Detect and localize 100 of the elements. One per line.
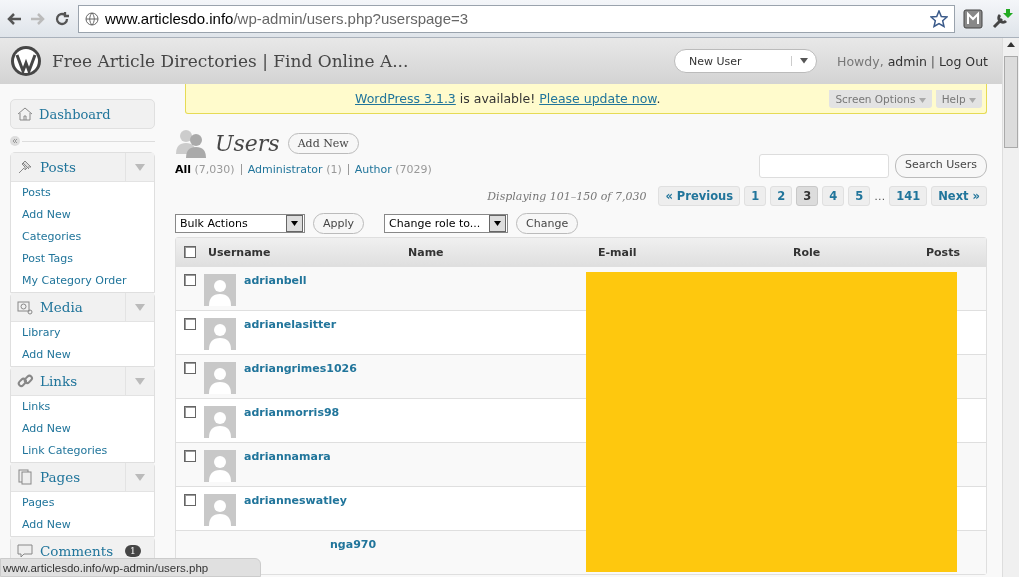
greeting-text: Howdy, [837,53,884,69]
user-link[interactable]: admin [887,53,927,69]
count-text: (1) [326,163,342,176]
help-button[interactable]: Help [935,89,982,108]
page-link[interactable]: « Previous [658,186,741,206]
wrench-icon[interactable] [991,7,1013,30]
version-link[interactable]: WordPress 3.1.3 [355,91,456,106]
page-title: Users [215,130,280,156]
checkbox[interactable] [184,494,196,506]
count-badge: 1 [125,545,141,557]
checkbox[interactable] [184,246,196,258]
submenu-item[interactable]: Post Tags [11,248,154,270]
column-header[interactable]: Posts [926,245,986,259]
menu-heading[interactable]: Media [11,293,154,322]
dropdown-arrow-icon [969,97,976,103]
avatar-icon [204,406,236,438]
address-bar[interactable]: www.articlesdo.info/wp-admin/users.php?userspage=3 [78,4,955,33]
search-users-button[interactable]: Search Users [894,154,987,178]
page-link[interactable]: 5 [848,186,871,206]
avatar-icon [204,318,236,350]
dropdown-arrow-icon [135,303,145,311]
avatar-icon [204,362,236,394]
extension-icon[interactable] [963,8,983,29]
dropdown-arrow-icon [135,377,145,385]
page-link[interactable]: 2 [770,186,793,206]
dropdown-arrow-icon [135,163,145,171]
submenu-item[interactable]: Add New [11,514,154,536]
bulk-actions-dropdown[interactable]: Bulk Actions [175,214,305,233]
submenu-item[interactable]: Library [11,322,154,344]
globe-icon [85,11,99,26]
change-role-dropdown[interactable]: Change role to... [384,214,509,233]
column-header[interactable]: Username [208,245,408,259]
favorite-actions-dropdown[interactable]: New User [674,49,818,73]
submenu-item[interactable]: Add New [11,418,154,440]
ellipsis-text: … [874,189,886,203]
reload-icon[interactable] [54,10,70,27]
submenu-item[interactable]: Links [11,396,154,418]
submenu-item[interactable]: Add New [11,344,154,366]
username-link[interactable]: nga970 [330,538,377,551]
camera-icon [16,298,34,316]
avatar-icon [204,274,236,306]
collapse-icon[interactable] [10,136,20,146]
username-link[interactable]: adriangrimes1026 [244,362,357,375]
checkbox[interactable] [184,274,196,286]
username-link[interactable]: adrianneswatley [244,494,347,507]
page-link[interactable]: 3 [796,186,819,206]
menu-heading[interactable]: Links [11,367,154,396]
separator-text: | [930,53,936,69]
username-link[interactable]: adrianmorris98 [244,406,340,419]
submenu-item[interactable]: Posts [11,182,154,204]
wordpress-logo-icon [10,45,42,77]
page-link[interactable]: 4 [822,186,845,206]
menu-heading[interactable]: Pages [11,463,154,492]
notice-text: is available! [459,91,536,106]
users-icon [175,128,207,158]
logout-link[interactable]: Log Out [939,53,988,69]
username-link[interactable]: adriannamara [244,450,331,463]
checkbox[interactable] [184,362,196,374]
scrollbar[interactable] [1002,38,1019,577]
column-header[interactable]: Role [793,245,926,259]
page-link[interactable]: Next » [931,186,987,206]
dropdown-arrow-icon [494,221,502,226]
search-field[interactable] [758,154,889,178]
submenu-item[interactable]: Link Categories [11,440,154,462]
dropdown-arrow-icon [918,97,926,103]
notice-text: . [656,91,661,106]
displaying-text: Displaying 101–150 of 7,030 [487,189,647,203]
avatar-icon [204,494,236,526]
add-new-button[interactable]: Add New [287,132,359,154]
change-button[interactable]: Change [516,213,579,234]
chain-icon [16,372,34,390]
filter-link[interactable]: All [175,163,192,176]
page-link[interactable]: 1 [744,186,767,206]
submenu-item[interactable]: Add New [11,204,154,226]
filter-link[interactable]: Author [354,163,392,176]
star-icon[interactable] [930,9,948,28]
column-header[interactable]: Name [408,245,598,259]
submenu-item[interactable]: Categories [11,226,154,248]
screen-options-button[interactable]: Screen Options [829,89,932,108]
dropdown-arrow-icon [800,58,809,64]
username-link[interactable]: adrianelasitter [244,318,337,331]
menu-heading[interactable]: Posts [11,153,154,182]
site-title[interactable]: Free Article Directories | Find Online A... [52,51,665,71]
dropdown-arrow-icon [135,473,145,481]
page-link[interactable]: 141 [889,186,928,206]
dashboard-menu-item[interactable]: Dashboard [10,99,155,129]
back-icon[interactable] [6,11,22,26]
filter-link[interactable]: Administrator [247,163,323,176]
link-preview-tooltip: www.articlesdo.info/wp-admin/users.php [0,558,262,577]
scrollbar-thumb[interactable] [1004,56,1018,148]
submenu-item[interactable]: My Category Order [11,270,154,292]
count-text: (7029) [395,163,432,176]
pin-icon [16,158,34,176]
checkbox[interactable] [184,406,196,418]
checkbox[interactable] [184,318,196,330]
submenu-item[interactable]: Pages [11,492,154,514]
username-link[interactable]: adrianbell [244,274,307,287]
checkbox[interactable] [184,450,196,462]
column-header[interactable]: E-mail [598,245,793,259]
apply-button[interactable]: Apply [313,213,365,234]
